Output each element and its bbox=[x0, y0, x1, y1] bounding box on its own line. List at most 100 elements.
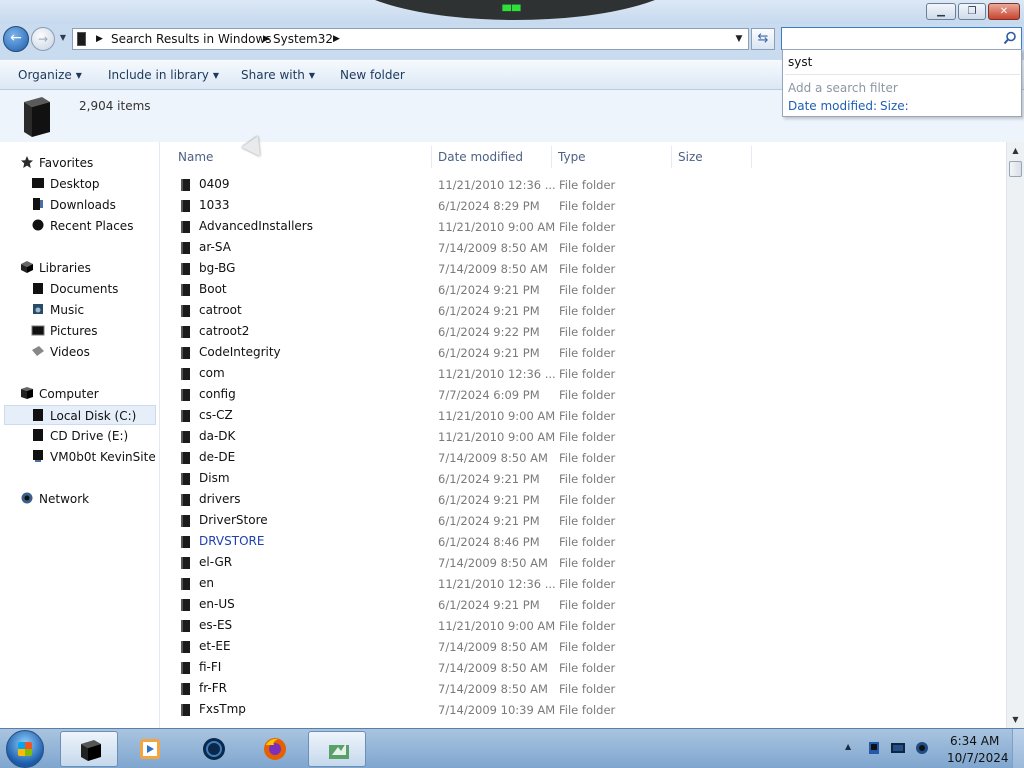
file-row[interactable]: com 11/21/2010 12:36 ... File folder bbox=[160, 364, 760, 385]
file-row[interactable]: et-EE 7/14/2009 8:50 AM File folder bbox=[160, 637, 760, 658]
file-row[interactable]: catroot 6/1/2024 9:21 PM File folder bbox=[160, 301, 760, 322]
nav-videos[interactable]: Videos bbox=[31, 342, 90, 362]
file-name[interactable]: AdvancedInstallers bbox=[199, 219, 313, 233]
taskbar-firefox-button[interactable] bbox=[245, 731, 303, 767]
file-row[interactable]: Dism 6/1/2024 9:21 PM File folder bbox=[160, 469, 760, 490]
file-name[interactable]: et-EE bbox=[199, 639, 231, 653]
file-row[interactable]: en-US 6/1/2024 9:21 PM File folder bbox=[160, 595, 760, 616]
back-button[interactable]: ← bbox=[3, 26, 29, 52]
refresh-button[interactable]: ⇆ bbox=[751, 28, 775, 50]
file-name[interactable]: Boot bbox=[199, 282, 227, 296]
address-bar[interactable]: ▶ Search Results in Windows ▶ System32 ▶… bbox=[72, 28, 749, 50]
nav-documents[interactable]: Documents bbox=[31, 279, 118, 299]
file-row[interactable]: es-ES 11/21/2010 9:00 AM File folder bbox=[160, 616, 760, 637]
file-name[interactable]: fr-FR bbox=[199, 681, 227, 695]
file-name[interactable]: com bbox=[199, 366, 225, 380]
file-name[interactable]: bg-BG bbox=[199, 261, 235, 275]
address-dropdown-button[interactable]: ▼ bbox=[732, 32, 746, 46]
scroll-down-button[interactable]: ▼ bbox=[1007, 711, 1024, 728]
breadcrumb-system32[interactable]: System32 bbox=[273, 31, 333, 47]
filter-size-link[interactable]: Size: bbox=[880, 99, 909, 113]
nav-downloads[interactable]: Downloads bbox=[31, 195, 116, 215]
taskbar-globe-button[interactable] bbox=[184, 731, 242, 767]
column-header-date-modified[interactable]: Date modified bbox=[432, 146, 552, 168]
security-tray-icon[interactable] bbox=[866, 740, 882, 756]
breadcrumb-search-results[interactable]: Search Results in Windows bbox=[111, 31, 272, 47]
file-name[interactable]: en-US bbox=[199, 597, 235, 611]
tray-expand-icon[interactable]: ▲ bbox=[845, 742, 851, 751]
file-row[interactable]: cs-CZ 11/21/2010 9:00 AM File folder bbox=[160, 406, 760, 427]
forward-button[interactable]: → bbox=[31, 27, 55, 51]
search-icon[interactable] bbox=[1003, 31, 1017, 45]
file-name[interactable]: el-GR bbox=[199, 555, 232, 569]
chevron-right-icon[interactable]: ▶ bbox=[96, 32, 103, 46]
title-bar[interactable]: ▀▀ ▁ ❐ ✕ bbox=[0, 0, 1024, 24]
nav-music[interactable]: Music bbox=[31, 300, 84, 320]
nav-local-disk-c[interactable]: Local Disk (C:) bbox=[4, 405, 156, 425]
filter-date-modified-link[interactable]: Date modified: bbox=[788, 99, 877, 113]
new-folder-button[interactable]: New folder bbox=[340, 68, 405, 82]
include-in-library-menu[interactable]: Include in library ▼ bbox=[108, 68, 219, 82]
taskbar-app-button[interactable] bbox=[308, 731, 366, 767]
recent-pages-dropdown[interactable]: ▼ bbox=[58, 33, 68, 43]
file-row[interactable]: bg-BG 7/14/2009 8:50 AM File folder bbox=[160, 259, 760, 280]
file-row[interactable]: ar-SA 7/14/2009 8:50 AM File folder bbox=[160, 238, 760, 259]
column-header-type[interactable]: Type bbox=[552, 146, 672, 168]
nav-libraries[interactable]: Libraries bbox=[20, 258, 91, 278]
file-name[interactable]: Dism bbox=[199, 471, 230, 485]
nav-network-drive[interactable]: VM0b0t KevinSite bbox=[31, 447, 156, 467]
file-name[interactable]: DriverStore bbox=[199, 513, 268, 527]
file-row[interactable]: DriverStore 6/1/2024 9:21 PM File folder bbox=[160, 511, 760, 532]
file-name[interactable]: 1033 bbox=[199, 198, 230, 212]
file-row[interactable]: DRVSTORE 6/1/2024 8:46 PM File folder bbox=[160, 532, 760, 553]
vertical-scrollbar[interactable]: ▲ ▼ bbox=[1006, 142, 1024, 728]
minimize-button[interactable]: ▁ bbox=[926, 3, 956, 20]
nav-recent-places[interactable]: Recent Places bbox=[31, 216, 133, 236]
search-history-item[interactable]: syst bbox=[788, 55, 812, 69]
nav-computer[interactable]: Computer bbox=[20, 384, 99, 404]
file-row[interactable]: en 11/21/2010 12:36 ... File folder bbox=[160, 574, 760, 595]
file-row[interactable]: da-DK 11/21/2010 9:00 AM File folder bbox=[160, 427, 760, 448]
file-name[interactable]: es-ES bbox=[199, 618, 232, 632]
nav-desktop[interactable]: Desktop bbox=[31, 174, 100, 194]
file-name[interactable]: DRVSTORE bbox=[199, 534, 264, 548]
maximize-button[interactable]: ❐ bbox=[958, 3, 986, 20]
taskbar-media-player-button[interactable] bbox=[120, 731, 178, 767]
nav-favorites[interactable]: Favorites bbox=[20, 153, 93, 173]
file-name[interactable]: catroot bbox=[199, 303, 242, 317]
file-name[interactable]: cs-CZ bbox=[199, 408, 233, 422]
file-name[interactable]: config bbox=[199, 387, 236, 401]
file-row[interactable]: 0409 11/21/2010 12:36 ... File folder bbox=[160, 175, 760, 196]
nav-cd-drive-e[interactable]: CD Drive (E:) bbox=[31, 426, 128, 446]
file-row[interactable]: catroot2 6/1/2024 9:22 PM File folder bbox=[160, 322, 760, 343]
column-header-name[interactable]: Name bbox=[172, 146, 432, 168]
file-name[interactable]: catroot2 bbox=[199, 324, 249, 338]
file-row[interactable]: el-GR 7/14/2009 8:50 AM File folder bbox=[160, 553, 760, 574]
file-name[interactable]: FxsTmp bbox=[199, 702, 246, 716]
chevron-right-icon[interactable]: ▶ bbox=[333, 32, 340, 46]
file-name[interactable]: drivers bbox=[199, 492, 241, 506]
file-row[interactable]: Boot 6/1/2024 9:21 PM File folder bbox=[160, 280, 760, 301]
clock-date[interactable]: 10/7/2024 bbox=[947, 751, 1009, 765]
file-name[interactable]: fi-FI bbox=[199, 660, 221, 674]
file-name[interactable]: ar-SA bbox=[199, 240, 231, 254]
column-header-size[interactable]: Size bbox=[672, 146, 752, 168]
nav-pictures[interactable]: Pictures bbox=[31, 321, 98, 341]
file-row[interactable]: drivers 6/1/2024 9:21 PM File folder bbox=[160, 490, 760, 511]
file-row[interactable]: fr-FR 7/14/2009 8:50 AM File folder bbox=[160, 679, 760, 700]
chevron-right-icon[interactable]: ▶ bbox=[263, 32, 270, 46]
file-row[interactable]: de-DE 7/14/2009 8:50 AM File folder bbox=[160, 448, 760, 469]
close-button[interactable]: ✕ bbox=[988, 3, 1020, 20]
file-row[interactable]: config 7/7/2024 6:09 PM File folder bbox=[160, 385, 760, 406]
monitor-tray-icon[interactable] bbox=[890, 740, 906, 756]
file-name[interactable]: 0409 bbox=[199, 177, 230, 191]
scroll-thumb[interactable] bbox=[1009, 161, 1022, 177]
nav-network[interactable]: Network bbox=[20, 489, 89, 509]
organize-menu[interactable]: Organize ▼ bbox=[18, 68, 82, 82]
scroll-up-button[interactable]: ▲ bbox=[1007, 142, 1024, 159]
file-name[interactable]: da-DK bbox=[199, 429, 235, 443]
start-button[interactable] bbox=[6, 730, 44, 768]
file-name[interactable]: en bbox=[199, 576, 214, 590]
taskbar-explorer-button[interactable] bbox=[60, 731, 118, 767]
file-row[interactable]: CodeIntegrity 6/1/2024 9:21 PM File folder bbox=[160, 343, 760, 364]
